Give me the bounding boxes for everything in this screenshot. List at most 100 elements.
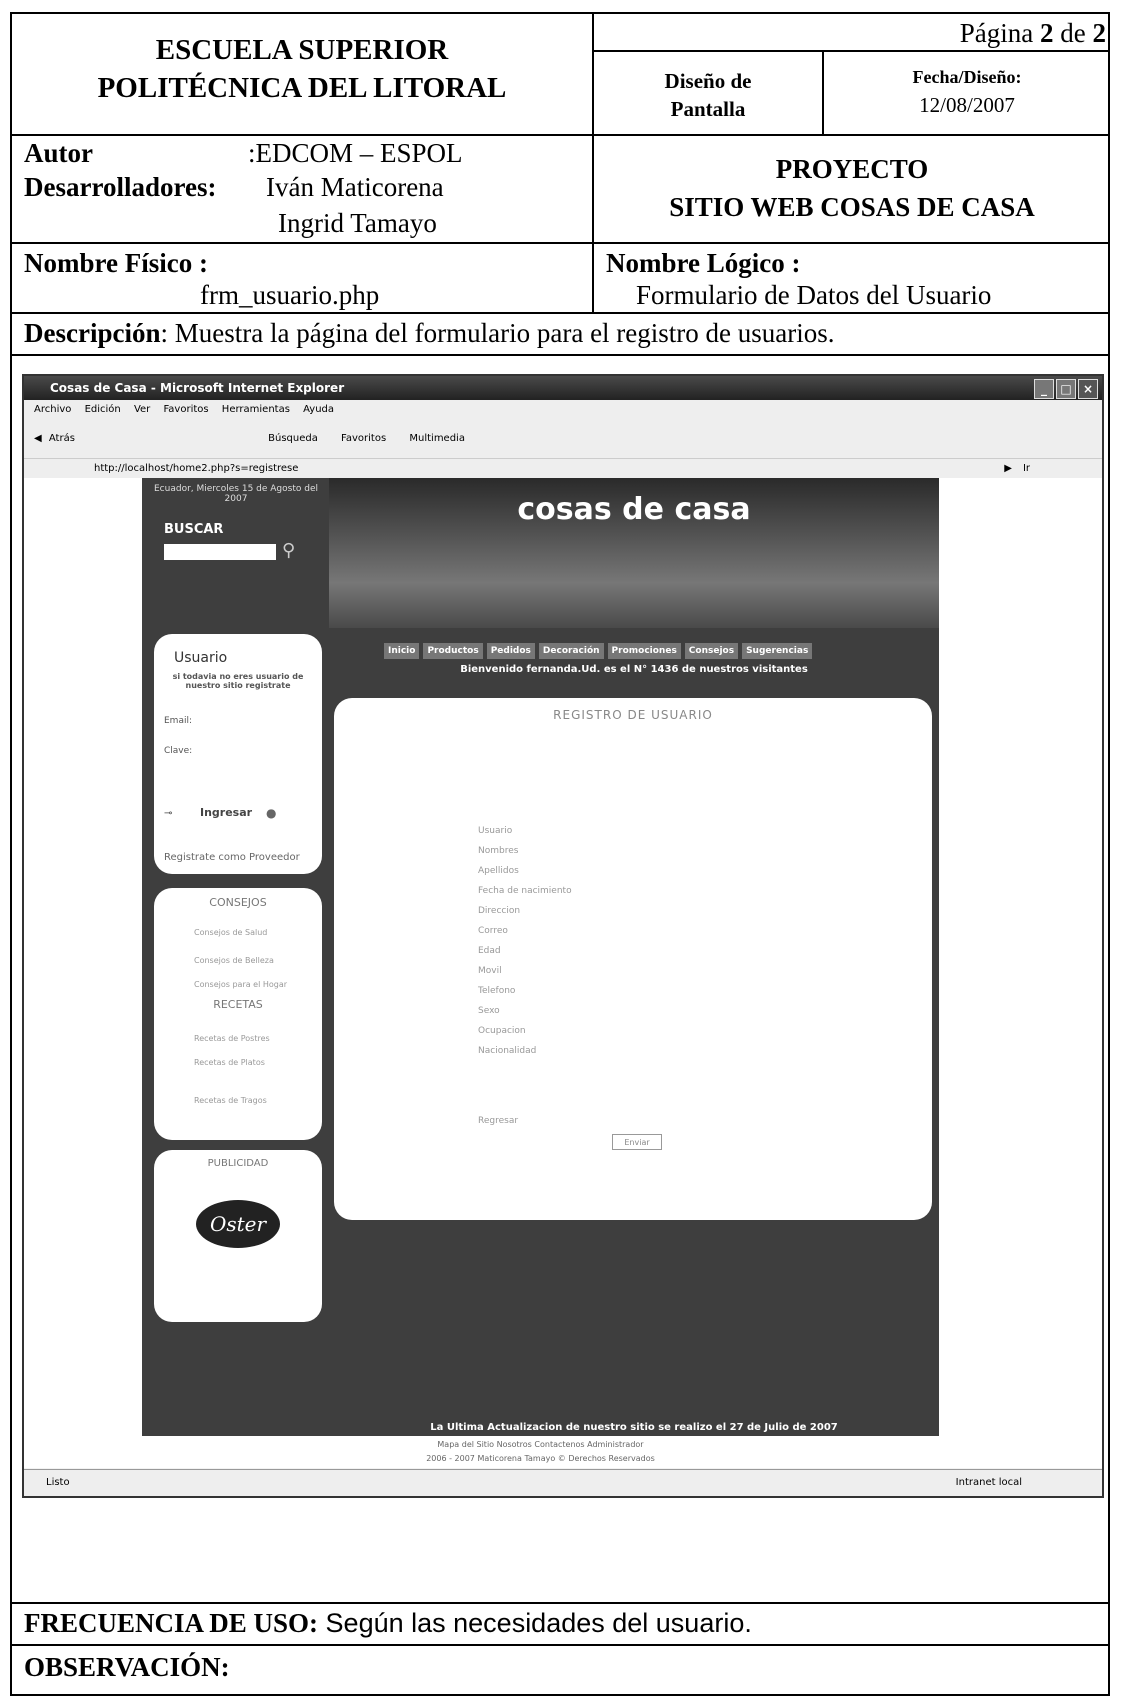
tip-beauty-link[interactable]: Consejos de Belleza bbox=[194, 956, 274, 965]
project-line-1: PROYECTO bbox=[775, 154, 929, 184]
ads-title: PUBLICIDAD bbox=[207, 1158, 269, 1169]
email-label: Email: bbox=[164, 716, 193, 726]
divider bbox=[12, 242, 1110, 244]
divider bbox=[592, 50, 1110, 52]
search-input[interactable] bbox=[164, 544, 276, 560]
go-icon[interactable]: ▶ bbox=[1004, 459, 1012, 479]
footer-links[interactable]: Mapa del Sitio Nosotros Contactenos Admi… bbox=[142, 1440, 939, 1449]
browser-toolbar: ◀ Atrás Búsqueda Favoritos Multimedia bbox=[24, 420, 1102, 458]
divider bbox=[12, 354, 1110, 356]
tip-health-link[interactable]: Consejos de Salud bbox=[194, 928, 267, 937]
developer-1: Iván Maticorena bbox=[266, 172, 444, 202]
field-apellidos: Apellidos bbox=[478, 866, 519, 876]
menu-ayuda[interactable]: Ayuda bbox=[303, 404, 334, 415]
institution-line-1: ESCUELA SUPERIOR bbox=[155, 34, 449, 66]
design-label-1: Diseño de bbox=[664, 69, 752, 93]
nav-inicio[interactable]: Inicio bbox=[384, 643, 420, 659]
page-total: 2 bbox=[1092, 18, 1107, 48]
browser-statusbar: Listo Intranet local bbox=[24, 1469, 1102, 1496]
favorites-button[interactable]: Favoritos bbox=[341, 433, 386, 444]
nav-consejos[interactable]: Consejos bbox=[684, 643, 739, 659]
field-ocupacion: Ocupacion bbox=[478, 1026, 526, 1036]
usage-label: FRECUENCIA DE USO: bbox=[24, 1608, 319, 1638]
arrow-icon[interactable]: ● bbox=[266, 806, 276, 820]
back-button[interactable]: Atrás bbox=[49, 433, 75, 444]
key-icon: ⊸ bbox=[164, 808, 173, 819]
field-sexo: Sexo bbox=[478, 1006, 500, 1016]
password-label: Clave: bbox=[164, 746, 193, 756]
logical-name-value: Formulario de Datos del Usuario bbox=[636, 280, 992, 310]
author-value: :EDCOM – ESPOL bbox=[248, 138, 463, 168]
page-mid: de bbox=[1053, 18, 1093, 48]
welcome-text: Bienvenido fernanda.Ud. es el N° 1436 de… bbox=[460, 664, 808, 675]
browser-window: Cosas de Casa - Microsoft Internet Explo… bbox=[22, 374, 1104, 1498]
close-icon[interactable]: × bbox=[1078, 379, 1098, 399]
address-input[interactable]: http://localhost/home2.php?s=registrese bbox=[94, 463, 298, 474]
field-usuario: Usuario bbox=[478, 826, 513, 836]
page-prefix: Página bbox=[959, 18, 1041, 48]
menu-ver[interactable]: Ver bbox=[134, 404, 150, 415]
menu-archivo[interactable]: Archivo bbox=[34, 404, 71, 415]
maximize-icon[interactable]: □ bbox=[1056, 379, 1076, 399]
recipe-drinks-link[interactable]: Recetas de Tragos bbox=[194, 1096, 267, 1105]
description-text: : Muestra la página del formulario para … bbox=[160, 318, 835, 348]
project-line-2: SITIO WEB COSAS DE CASA bbox=[669, 192, 1035, 222]
zone-text: Intranet local bbox=[955, 1477, 1022, 1488]
login-note: si todavia no eres usuario de nuestro si… bbox=[172, 672, 304, 690]
nav-decoracion[interactable]: Decoración bbox=[538, 643, 604, 659]
site-page: Ecuador, Miercoles 15 de Agosto del 2007… bbox=[142, 478, 939, 1436]
developer-2: Ingrid Tamayo bbox=[278, 208, 437, 238]
institution-line-2: POLITÉCNICA DEL LITORAL bbox=[97, 72, 507, 104]
back-icon[interactable]: ◀ bbox=[34, 433, 42, 444]
minimize-icon[interactable]: _ bbox=[1034, 379, 1054, 399]
site-brand: cosas de casa bbox=[517, 492, 751, 527]
observation-label: OBSERVACIÓN: bbox=[24, 1652, 230, 1682]
login-title: Usuario bbox=[174, 650, 228, 666]
nav-sugerencias[interactable]: Sugerencias bbox=[742, 643, 813, 659]
field-nombres: Nombres bbox=[478, 846, 519, 856]
divider bbox=[12, 1644, 1110, 1646]
usage: FRECUENCIA DE USO: Según las necesidades… bbox=[24, 1606, 752, 1640]
field-movil: Movil bbox=[478, 966, 502, 976]
nav-pedidos[interactable]: Pedidos bbox=[486, 643, 535, 659]
search-icon[interactable]: ⚲ bbox=[282, 540, 295, 561]
left-header: Ecuador, Miercoles 15 de Agosto del 2007… bbox=[142, 478, 329, 628]
field-fecha-nacimiento: Fecha de nacimiento bbox=[478, 886, 572, 896]
divider bbox=[12, 1602, 1110, 1604]
menu-edicion[interactable]: Edición bbox=[85, 404, 121, 415]
search-label: BUSCAR bbox=[164, 522, 224, 537]
registration-panel: REGISTRO DE USUARIO Usuario Nombres Apel… bbox=[334, 698, 932, 1220]
browser-titlebar: Cosas de Casa - Microsoft Internet Explo… bbox=[24, 376, 1102, 400]
tips-panel: CONSEJOS Consejos de Salud Consejos de B… bbox=[154, 888, 322, 1140]
go-button[interactable]: Ir bbox=[1023, 459, 1030, 479]
divider bbox=[12, 312, 1110, 314]
media-button[interactable]: Multimedia bbox=[409, 433, 465, 444]
back-link[interactable]: Regresar bbox=[478, 1116, 518, 1126]
nav-productos[interactable]: Productos bbox=[423, 643, 483, 659]
recipe-desserts-link[interactable]: Recetas de Postres bbox=[194, 1034, 270, 1043]
physical-name-value: frm_usuario.php bbox=[200, 280, 380, 310]
nav-promociones[interactable]: Promociones bbox=[607, 643, 681, 659]
submit-button[interactable]: Enviar bbox=[612, 1134, 662, 1150]
usage-text: Según las necesidades del usuario. bbox=[318, 1608, 752, 1638]
field-edad: Edad bbox=[478, 946, 501, 956]
tips-title: CONSEJOS bbox=[209, 896, 267, 909]
tip-home-link[interactable]: Consejos para el Hogar bbox=[194, 980, 287, 989]
copyright: 2006 - 2007 Maticorena Tamayo © Derechos… bbox=[426, 1454, 655, 1463]
developers-label: Desarrolladores: bbox=[24, 172, 217, 202]
browser-title: Cosas de Casa - Microsoft Internet Explo… bbox=[50, 381, 345, 395]
author-label: Autor bbox=[24, 138, 93, 168]
ad-logo[interactable]: Oster bbox=[196, 1200, 280, 1248]
browser-menubar: Archivo Edición Ver Favoritos Herramient… bbox=[24, 400, 1102, 420]
form-title: REGISTRO DE USUARIO bbox=[553, 708, 713, 722]
field-direccion: Direccion bbox=[478, 906, 521, 916]
login-panel: Usuario si todavia no eres usuario de nu… bbox=[154, 634, 322, 874]
description-label: Descripción bbox=[24, 318, 161, 348]
menu-herramientas[interactable]: Herramientas bbox=[222, 404, 290, 415]
design-label-2: Pantalla bbox=[670, 97, 746, 121]
login-button[interactable]: Ingresar bbox=[200, 806, 252, 819]
menu-favoritos[interactable]: Favoritos bbox=[163, 404, 208, 415]
search-button[interactable]: Búsqueda bbox=[268, 433, 318, 444]
recipe-dishes-link[interactable]: Recetas de Platos bbox=[194, 1058, 265, 1067]
provider-link[interactable]: Registrate como Proveedor bbox=[164, 852, 300, 863]
